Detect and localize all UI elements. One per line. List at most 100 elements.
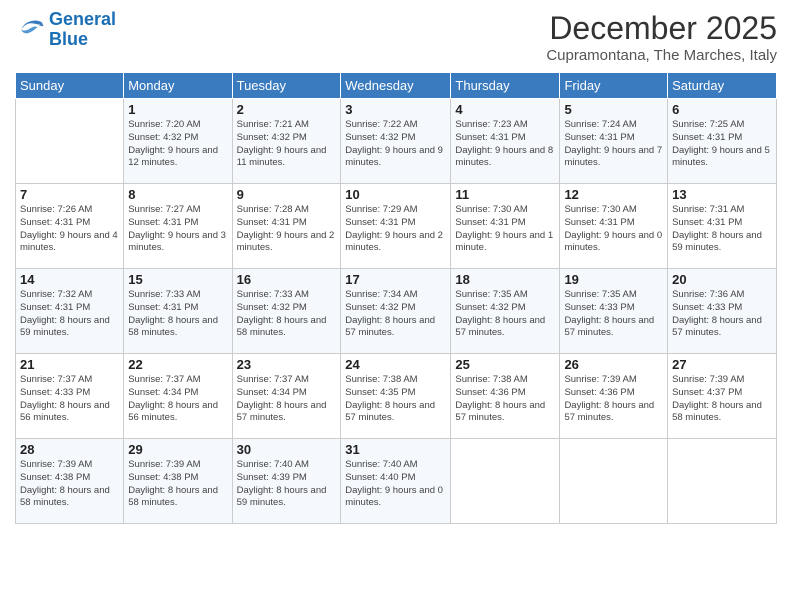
day-info: Sunrise: 7:20 AM Sunset: 4:32 PM Dayligh… <box>128 119 227 170</box>
day-number: 23 <box>237 357 337 372</box>
table-row: 1 Sunrise: 7:20 AM Sunset: 4:32 PM Daylig… <box>124 99 232 184</box>
day-info: Sunrise: 7:39 AM Sunset: 4:37 PM Dayligh… <box>672 374 772 425</box>
table-row <box>451 439 560 524</box>
day-number: 21 <box>20 357 119 372</box>
table-row: 13 Sunrise: 7:31 AM Sunset: 4:31 PM Dayli… <box>668 184 777 269</box>
table-row: 19Sunrise: 7:35 AM Sunset: 4:33 PM Dayli… <box>560 269 668 354</box>
header-wednesday: Wednesday <box>341 73 451 99</box>
day-info: Sunrise: 7:22 AM Sunset: 4:32 PM Dayligh… <box>345 119 446 170</box>
logo: General Blue <box>15 10 116 50</box>
header-friday: Friday <box>560 73 668 99</box>
table-row: 4 Sunrise: 7:23 AM Sunset: 4:31 PM Daylig… <box>451 99 560 184</box>
title-block: December 2025 Cupramontana, The Marches,… <box>546 10 777 64</box>
day-info: Sunrise: 7:39 AM Sunset: 4:38 PM Dayligh… <box>128 459 227 510</box>
table-row: 23 Sunrise: 7:37 AM Sunset: 4:34 PM Dayli… <box>232 354 341 439</box>
main-title: December 2025 <box>546 10 777 47</box>
day-number: 11 <box>455 187 555 202</box>
table-row: 8Sunrise: 7:27 AM Sunset: 4:31 PM Daylig… <box>124 184 232 269</box>
day-number: 4 <box>455 102 555 117</box>
table-row: 5 Sunrise: 7:24 AM Sunset: 4:31 PM Daylig… <box>560 99 668 184</box>
day-number: 27 <box>672 357 772 372</box>
day-number: 18 <box>455 272 555 287</box>
table-row: 27 Sunrise: 7:39 AM Sunset: 4:37 PM Dayli… <box>668 354 777 439</box>
table-row: 29 Sunrise: 7:39 AM Sunset: 4:38 PM Dayli… <box>124 439 232 524</box>
header-thursday: Thursday <box>451 73 560 99</box>
day-info: Sunrise: 7:38 AM Sunset: 4:35 PM Dayligh… <box>345 374 446 425</box>
day-info: Sunrise: 7:35 AM Sunset: 4:32 PM Dayligh… <box>455 289 555 340</box>
day-number: 28 <box>20 442 119 457</box>
day-info: Sunrise: 7:31 AM Sunset: 4:31 PM Dayligh… <box>672 204 772 255</box>
table-row: 25Sunrise: 7:38 AM Sunset: 4:36 PM Dayli… <box>451 354 560 439</box>
calendar-week-row: 1 Sunrise: 7:20 AM Sunset: 4:32 PM Daylig… <box>16 99 777 184</box>
day-info: Sunrise: 7:24 AM Sunset: 4:31 PM Dayligh… <box>564 119 663 170</box>
header-sunday: Sunday <box>16 73 124 99</box>
day-number: 5 <box>564 102 663 117</box>
calendar-week-row: 21 Sunrise: 7:37 AM Sunset: 4:33 PM Dayli… <box>16 354 777 439</box>
day-number: 7 <box>20 187 119 202</box>
table-row: 9Sunrise: 7:28 AM Sunset: 4:31 PM Daylig… <box>232 184 341 269</box>
day-info: Sunrise: 7:21 AM Sunset: 4:32 PM Dayligh… <box>237 119 337 170</box>
day-info: Sunrise: 7:33 AM Sunset: 4:31 PM Dayligh… <box>128 289 227 340</box>
day-number: 24 <box>345 357 446 372</box>
day-number: 8 <box>128 187 227 202</box>
table-row: 18 Sunrise: 7:35 AM Sunset: 4:32 PM Dayli… <box>451 269 560 354</box>
table-row: 2 Sunrise: 7:21 AM Sunset: 4:32 PM Daylig… <box>232 99 341 184</box>
day-number: 13 <box>672 187 772 202</box>
day-number: 3 <box>345 102 446 117</box>
page: General Blue December 2025 Cupramontana,… <box>0 0 792 612</box>
table-row: 15 Sunrise: 7:33 AM Sunset: 4:31 PM Dayli… <box>124 269 232 354</box>
day-number: 15 <box>128 272 227 287</box>
day-info: Sunrise: 7:23 AM Sunset: 4:31 PM Dayligh… <box>455 119 555 170</box>
header-saturday: Saturday <box>668 73 777 99</box>
day-info: Sunrise: 7:30 AM Sunset: 4:31 PM Dayligh… <box>564 204 663 255</box>
day-number: 16 <box>237 272 337 287</box>
day-number: 2 <box>237 102 337 117</box>
table-row: 12 Sunrise: 7:30 AM Sunset: 4:31 PM Dayli… <box>560 184 668 269</box>
header: General Blue December 2025 Cupramontana,… <box>15 10 777 64</box>
day-info: Sunrise: 7:37 AM Sunset: 4:33 PM Dayligh… <box>20 374 119 425</box>
table-row: 30Sunrise: 7:40 AM Sunset: 4:39 PM Dayli… <box>232 439 341 524</box>
calendar-week-row: 7 Sunrise: 7:26 AM Sunset: 4:31 PM Daylig… <box>16 184 777 269</box>
day-info: Sunrise: 7:32 AM Sunset: 4:31 PM Dayligh… <box>20 289 119 340</box>
table-row <box>560 439 668 524</box>
day-info: Sunrise: 7:26 AM Sunset: 4:31 PM Dayligh… <box>20 204 119 255</box>
day-number: 29 <box>128 442 227 457</box>
calendar-week-row: 28 Sunrise: 7:39 AM Sunset: 4:38 PM Dayli… <box>16 439 777 524</box>
day-number: 9 <box>237 187 337 202</box>
table-row: 24 Sunrise: 7:38 AM Sunset: 4:35 PM Dayli… <box>341 354 451 439</box>
table-row: 3 Sunrise: 7:22 AM Sunset: 4:32 PM Daylig… <box>341 99 451 184</box>
day-info: Sunrise: 7:35 AM Sunset: 4:33 PM Dayligh… <box>564 289 663 340</box>
table-row: 22Sunrise: 7:37 AM Sunset: 4:34 PM Dayli… <box>124 354 232 439</box>
day-info: Sunrise: 7:34 AM Sunset: 4:32 PM Dayligh… <box>345 289 446 340</box>
day-info: Sunrise: 7:40 AM Sunset: 4:40 PM Dayligh… <box>345 459 446 510</box>
logo-text: General Blue <box>49 10 116 50</box>
table-row: 21 Sunrise: 7:37 AM Sunset: 4:33 PM Dayli… <box>16 354 124 439</box>
subtitle: Cupramontana, The Marches, Italy <box>546 47 777 64</box>
day-number: 12 <box>564 187 663 202</box>
calendar-header-row: Sunday Monday Tuesday Wednesday Thursday… <box>16 73 777 99</box>
day-number: 10 <box>345 187 446 202</box>
day-info: Sunrise: 7:40 AM Sunset: 4:39 PM Dayligh… <box>237 459 337 510</box>
table-row: 26Sunrise: 7:39 AM Sunset: 4:36 PM Dayli… <box>560 354 668 439</box>
header-tuesday: Tuesday <box>232 73 341 99</box>
day-number: 14 <box>20 272 119 287</box>
header-monday: Monday <box>124 73 232 99</box>
day-number: 6 <box>672 102 772 117</box>
logo-line2: Blue <box>49 29 88 49</box>
table-row: 20Sunrise: 7:36 AM Sunset: 4:33 PM Dayli… <box>668 269 777 354</box>
day-info: Sunrise: 7:37 AM Sunset: 4:34 PM Dayligh… <box>237 374 337 425</box>
day-info: Sunrise: 7:33 AM Sunset: 4:32 PM Dayligh… <box>237 289 337 340</box>
table-row: 17 Sunrise: 7:34 AM Sunset: 4:32 PM Dayli… <box>341 269 451 354</box>
day-number: 1 <box>128 102 227 117</box>
calendar-table: Sunday Monday Tuesday Wednesday Thursday… <box>15 72 777 524</box>
table-row: 28 Sunrise: 7:39 AM Sunset: 4:38 PM Dayli… <box>16 439 124 524</box>
logo-icon <box>15 15 45 45</box>
day-number: 17 <box>345 272 446 287</box>
table-row <box>16 99 124 184</box>
calendar-week-row: 14 Sunrise: 7:32 AM Sunset: 4:31 PM Dayli… <box>16 269 777 354</box>
logo-line1: General <box>49 9 116 29</box>
day-info: Sunrise: 7:29 AM Sunset: 4:31 PM Dayligh… <box>345 204 446 255</box>
day-info: Sunrise: 7:30 AM Sunset: 4:31 PM Dayligh… <box>455 204 555 255</box>
table-row: 11 Sunrise: 7:30 AM Sunset: 4:31 PM Dayli… <box>451 184 560 269</box>
day-info: Sunrise: 7:39 AM Sunset: 4:38 PM Dayligh… <box>20 459 119 510</box>
